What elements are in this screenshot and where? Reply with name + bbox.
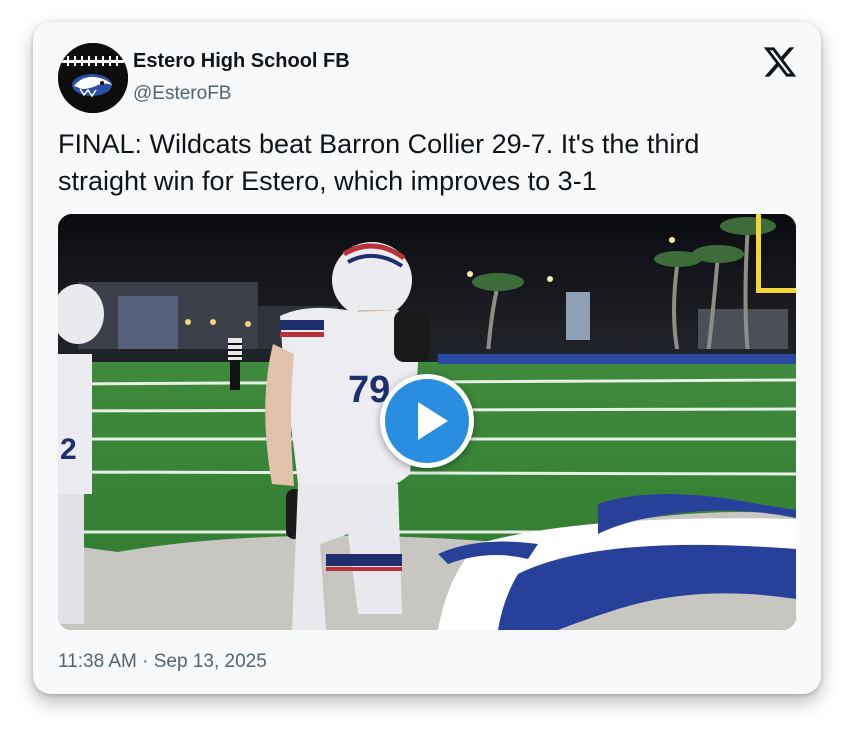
tweet-card: Estero High School FB @EsteroFB FINAL: W…: [33, 22, 821, 694]
svg-text:2: 2: [60, 433, 77, 466]
author-display-name[interactable]: Estero High School FB: [133, 50, 350, 73]
tweet-text: FINAL: Wildcats beat Barron Collier 29-7…: [58, 129, 700, 196]
author-handle[interactable]: @EsteroFB: [133, 83, 231, 105]
x-logo-icon[interactable]: [762, 44, 798, 80]
play-button[interactable]: [380, 374, 474, 468]
tweet-timestamp[interactable]: 11:38 AM · Sep 13, 2025: [58, 651, 267, 673]
wildcat-football-logo-icon: [58, 43, 128, 113]
video-player[interactable]: 2 79: [58, 214, 796, 630]
avatar[interactable]: [58, 43, 128, 113]
play-icon: [418, 402, 448, 440]
